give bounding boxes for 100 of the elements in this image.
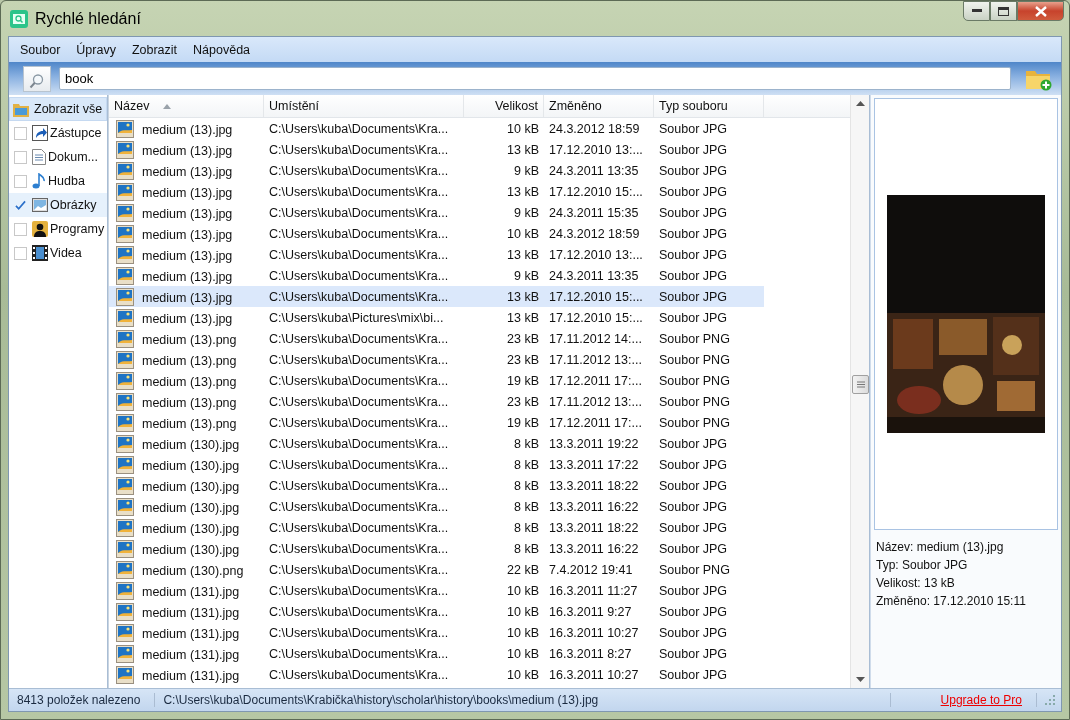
table-cell-text: Soubor JPG	[658, 520, 729, 535]
minimize-icon	[971, 9, 982, 13]
table-cell-text: 13 kB	[506, 310, 540, 325]
category-label: Videa	[50, 246, 82, 260]
table-cell-text: 17.11.2012 13:...	[548, 352, 643, 367]
table-cell-text: Soubor PNG	[658, 394, 731, 409]
table-cell-text: C:\Users\kuba\Documents\Kra...	[268, 163, 450, 178]
table-row[interactable]: medium (13).jpg C:\Users\kuba\Documents\Kra... 13 kB 17.12.2010 13:... Soubor JPG	[109, 139, 764, 160]
table-cell-text: 17.12.2010 15:...	[548, 184, 644, 199]
table-cell-text: Soubor PNG	[658, 331, 731, 346]
table-cell-text: Soubor PNG	[658, 352, 731, 367]
menu-item[interactable]: Soubor	[12, 42, 69, 57]
table-cell-text: 22 kB	[506, 562, 540, 577]
table-row[interactable]: medium (130).jpg C:\Users\kuba\Documents\Kra... 8 kB 13.3.2011 17:22 Soubor JPG	[109, 454, 764, 475]
maximize-button[interactable]	[990, 1, 1017, 21]
scroll-down-icon[interactable]	[855, 677, 865, 682]
table-row[interactable]: medium (13).jpg C:\Users\kuba\Documents\Kra... 10 kB 24.3.2012 18:59 Soubor JPG	[109, 223, 764, 244]
table-cell-text: C:\Users\kuba\Documents\Kra...	[268, 247, 450, 262]
minimize-button[interactable]	[963, 1, 990, 21]
table-cell-text: 13.3.2011 16:22	[548, 541, 640, 556]
image-file-icon	[116, 476, 134, 495]
menu-item[interactable]: Nápověda	[185, 42, 259, 57]
search-field[interactable]: book	[59, 67, 1011, 90]
table-row[interactable]: medium (130).jpg C:\Users\kuba\Documents\Kra... 8 kB 13.3.2011 16:22 Soubor JPG	[109, 496, 764, 517]
table-row[interactable]: medium (131).jpg C:\Users\kuba\Documents\Kra... 10 kB 16.3.2011 9:27 Soubor JPG	[109, 601, 764, 622]
table-cell-text: C:\Users\kuba\Documents\Kra...	[268, 352, 450, 367]
image-file-icon	[116, 329, 134, 348]
table-cell-text: medium (130).jpg	[142, 521, 241, 536]
image-file-icon	[116, 350, 134, 369]
table-cell-text: 7.4.2012 19:41	[548, 562, 634, 577]
column-header[interactable]: Velikost	[464, 95, 544, 117]
table-cell-text: medium (13).jpg	[142, 290, 234, 305]
table-row[interactable]: medium (13).png C:\Users\kuba\Documents\Kra... 23 kB 17.11.2012 13:... Soubor PNG	[109, 349, 764, 370]
table-row[interactable]: medium (13).jpg C:\Users\kuba\Documents\Kra... 13 kB 17.12.2010 15:... Soubor JPG	[109, 286, 764, 307]
table-row[interactable]: medium (130).jpg C:\Users\kuba\Documents\Kra... 8 kB 13.3.2011 18:22 Soubor JPG	[109, 475, 764, 496]
table-cell-text: 17.12.2010 13:...	[548, 247, 644, 262]
image-file-icon	[116, 413, 134, 432]
checkbox[interactable]	[14, 174, 27, 188]
table-row[interactable]: medium (13).jpg C:\Users\kuba\Documents\Kra... 13 kB 17.12.2010 15:... Soubor JPG	[109, 181, 764, 202]
table-cell-text: Soubor JPG	[658, 436, 729, 451]
document-icon	[32, 149, 46, 165]
table-cell-text: medium (130).jpg	[142, 542, 241, 557]
table-cell-text: medium (13).png	[142, 353, 238, 368]
checkbox[interactable]	[14, 246, 27, 260]
table-row[interactable]: medium (130).jpg C:\Users\kuba\Documents\Kra... 8 kB 13.3.2011 18:22 Soubor JPG	[109, 517, 764, 538]
menu-item[interactable]: Úpravy	[68, 42, 124, 57]
image-file-icon	[116, 371, 134, 390]
table-cell-text: 10 kB	[506, 646, 540, 661]
table-cell-text: 10 kB	[506, 226, 540, 241]
scroll-up-icon[interactable]	[855, 101, 865, 106]
image-file-icon	[116, 182, 134, 201]
category-label: Programy	[50, 222, 105, 236]
sidebar-item[interactable]: Zobrazit vše	[9, 97, 107, 121]
table-cell-text: 10 kB	[506, 604, 540, 619]
image-file-icon	[116, 266, 134, 285]
table-row[interactable]: medium (13).jpg C:\Users\kuba\Documents\Kra... 9 kB 24.3.2011 13:35 Soubor JPG	[109, 265, 764, 286]
table-cell-text: 16.3.2011 10:27	[548, 667, 640, 682]
checkbox[interactable]	[14, 150, 27, 164]
table-row[interactable]: medium (13).jpg C:\Users\kuba\Documents\Kra... 9 kB 24.3.2011 15:35 Soubor JPG	[109, 202, 764, 223]
table-cell-text: Soubor JPG	[658, 184, 729, 199]
column-header[interactable]: Název	[109, 95, 264, 117]
table-cell-text: C:\Users\kuba\Documents\Kra...	[268, 562, 450, 577]
table-row[interactable]: medium (13).jpg C:\Users\kuba\Pictures\mix\bi... 13 kB 17.12.2010 15:... Soubor JPG	[109, 307, 764, 328]
search-button[interactable]	[23, 65, 51, 92]
table-cell-text: Soubor JPG	[658, 268, 729, 283]
result-count: 8413 položek nalezeno	[9, 693, 156, 707]
checkbox[interactable]	[14, 198, 27, 212]
column-header[interactable]: Typ souboru	[654, 95, 764, 117]
checkbox[interactable]	[14, 126, 27, 140]
detail-text: Typ: Soubor JPG	[876, 558, 969, 574]
table-cell-text: 10 kB	[506, 667, 540, 682]
column-header[interactable]: Umístění	[264, 95, 464, 117]
table-row[interactable]: medium (13).jpg C:\Users\kuba\Documents\Kra... 13 kB 17.12.2010 13:... Soubor JPG	[109, 244, 764, 265]
table-cell-text: 8 kB	[513, 541, 540, 556]
image-file-icon	[116, 623, 134, 642]
table-row[interactable]: medium (130).jpg C:\Users\kuba\Documents\Kra... 8 kB 13.3.2011 16:22 Soubor JPG	[109, 538, 764, 559]
table-row[interactable]: medium (130).png C:\Users\kuba\Documents\Kra... 22 kB 7.4.2012 19:41 Soubor PNG	[109, 559, 764, 580]
table-cell-text: C:\Users\kuba\Documents\Kra...	[268, 268, 450, 283]
table-cell-text: medium (13).jpg	[142, 206, 234, 221]
vertical-scrollbar[interactable]	[850, 95, 869, 688]
table-cell-text: C:\Users\kuba\Documents\Kra...	[268, 184, 450, 199]
table-cell-text: 23 kB	[506, 331, 540, 346]
table-row[interactable]: medium (13).jpg C:\Users\kuba\Documents\Kra... 10 kB 24.3.2012 18:59 Soubor JPG	[109, 118, 764, 139]
table-row[interactable]: medium (131).jpg C:\Users\kuba\Documents\Kra... 10 kB 16.3.2011 10:27 Soubor JPG	[109, 664, 764, 685]
table-row[interactable]: medium (13).png C:\Users\kuba\Documents\Kra... 19 kB 17.12.2011 17:... Soubor PNG	[109, 412, 764, 433]
table-row[interactable]: medium (131).jpg C:\Users\kuba\Documents\Kra... 10 kB 16.3.2011 10:27 Soubor JPG	[109, 622, 764, 643]
column-header[interactable]: Změněno	[544, 95, 654, 117]
table-row[interactable]: medium (131).jpg C:\Users\kuba\Documents\Kra... 10 kB 16.3.2011 8:27 Soubor JPG	[109, 643, 764, 664]
table-row[interactable]: medium (13).png C:\Users\kuba\Documents\Kra... 19 kB 17.12.2011 17:... Soubor PNG	[109, 370, 764, 391]
menu-item[interactable]: Zobrazit	[123, 42, 186, 57]
table-row[interactable]: medium (13).jpg C:\Users\kuba\Documents\Kra... 9 kB 24.3.2011 13:35 Soubor JPG	[109, 160, 764, 181]
close-button[interactable]	[1017, 1, 1064, 21]
checkbox[interactable]	[14, 222, 27, 236]
table-row[interactable]: medium (13).png C:\Users\kuba\Documents\Kra... 23 kB 17.11.2012 14:... Soubor PNG	[109, 328, 764, 349]
table-row[interactable]: medium (131).jpg C:\Users\kuba\Documents\Kra... 10 kB 16.3.2011 11:27 Soubor JPG	[109, 580, 764, 601]
image-icon	[32, 198, 48, 212]
table-cell-text: C:\Users\kuba\Documents\Kra...	[268, 394, 450, 409]
table-cell-text: medium (13).jpg	[142, 143, 234, 158]
table-row[interactable]: medium (130).jpg C:\Users\kuba\Documents\Kra... 8 kB 13.3.2011 19:22 Soubor JPG	[109, 433, 764, 454]
table-row[interactable]: medium (13).png C:\Users\kuba\Documents\Kra... 23 kB 17.11.2012 13:... Soubor PNG	[109, 391, 764, 412]
